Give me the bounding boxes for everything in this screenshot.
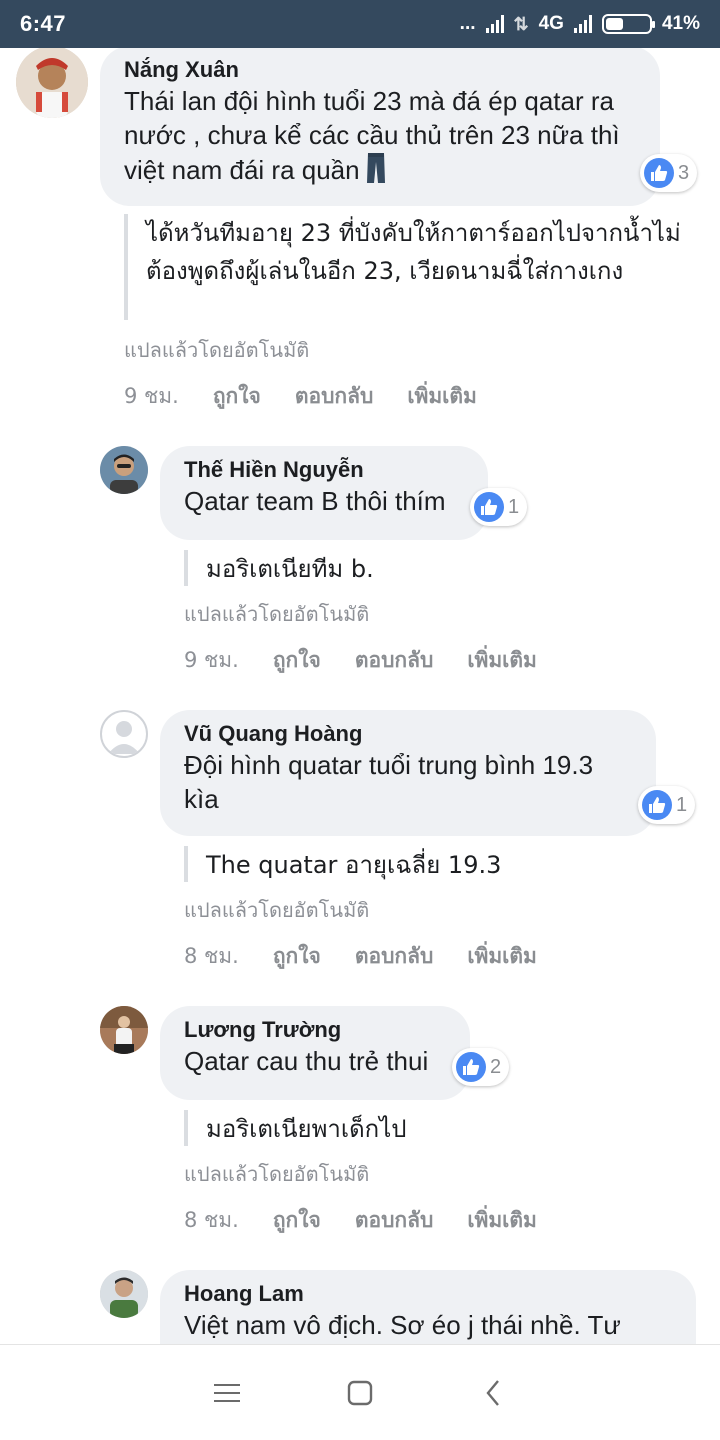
status-bar: 6:47 ... ⇅ 4G 41%: [0, 0, 720, 48]
comment: Vũ Quang Hoàng Đội hình quatar tuổi trun…: [0, 710, 720, 980]
comment: Hoang Lam Việt nam vô địch. Sơ éo j thái…: [0, 1270, 720, 1344]
comment-bubble[interactable]: Hoang Lam Việt nam vô địch. Sơ éo j thái…: [160, 1270, 696, 1344]
signal-icon-2: [573, 15, 592, 33]
translated-note: แปลแล้วโดยอัตโนมัติ: [184, 602, 370, 626]
like-button[interactable]: ถูกใจ: [273, 644, 321, 677]
reaction-count-badge[interactable]: 2: [452, 1048, 510, 1086]
more-button[interactable]: เพิ่มเติม: [467, 644, 537, 677]
like-button[interactable]: ถูกใจ: [273, 1204, 321, 1237]
comment-time: 8 ชม.: [184, 1208, 239, 1232]
comment-author[interactable]: Lương Trường: [184, 1016, 448, 1044]
reply-button[interactable]: ตอบกลับ: [355, 1204, 434, 1237]
default-avatar-icon[interactable]: [100, 710, 148, 758]
home-square-icon[interactable]: [330, 1363, 390, 1423]
more-button[interactable]: เพิ่มเติม: [467, 1204, 537, 1237]
comment-bubble[interactable]: Vũ Quang Hoàng Đội hình quatar tuổi trun…: [160, 710, 656, 836]
avatar[interactable]: [16, 48, 88, 118]
comment-text: Qatar team B thôi thím: [184, 486, 446, 516]
comment-actions: 9 ชม. ถูกใจ ตอบกลับ เพิ่มเติม: [184, 644, 571, 677]
comment: Thế Hiền Nguyễn Qatar team B thôi thím 1…: [0, 446, 720, 686]
like-button[interactable]: ถูกใจ: [213, 380, 261, 413]
comment-actions: 9 ชม. ถูกใจ ตอบกลับ เพิ่มเติม: [124, 380, 511, 413]
comment-bubble[interactable]: Lương Trường Qatar cau thu trẻ thui: [160, 1006, 470, 1100]
translated-note: แปลแล้วโดยอัตโนมัติ: [184, 1162, 370, 1186]
reaction-count-badge[interactable]: 1: [470, 488, 528, 526]
translation-text: The quatar อายุเฉลี่ย 19.3: [184, 846, 664, 882]
translated-note: แปลแล้วโดยอัตโนมัติ: [184, 898, 370, 922]
comment-text: Đội hình quatar tuổi trung bình 19.3 kìa: [184, 750, 594, 814]
battery-icon: [601, 14, 655, 34]
signal-icon: [485, 15, 504, 33]
more-button[interactable]: เพิ่มเติม: [407, 380, 477, 413]
reply-button[interactable]: ตอบกลับ: [355, 644, 434, 677]
translation-text: ได้หวันทีมอายุ 23 ที่บังคับให้กาตาร์ออกไ…: [124, 214, 684, 320]
comment: Nắng Xuân Thái lan đội hình tuổi 23 mà đ…: [0, 48, 720, 418]
comment-bubble[interactable]: Nắng Xuân Thái lan đội hình tuổi 23 mà đ…: [100, 48, 660, 206]
comment-actions: 8 ชม. ถูกใจ ตอบกลับ เพิ่มเติม: [184, 940, 571, 973]
comment-text: Việt nam vô địch. Sơ éo j thái nhề. Tư: [184, 1310, 621, 1340]
comment-feed[interactable]: Nắng Xuân Thái lan đội hình tuổi 23 mà đ…: [0, 48, 720, 1344]
comment-author[interactable]: Hoang Lam: [184, 1280, 674, 1308]
comment-time: 8 ชม.: [184, 944, 239, 968]
avatar[interactable]: [100, 1270, 148, 1318]
notification-dots: ...: [459, 13, 476, 34]
more-button[interactable]: เพิ่มเติม: [467, 940, 537, 973]
like-button[interactable]: ถูกใจ: [273, 940, 321, 973]
menu-icon[interactable]: [197, 1363, 257, 1423]
comment: Lương Trường Qatar cau thu trẻ thui 2 มอ…: [0, 1006, 720, 1246]
thumbs-up-icon: [456, 1052, 486, 1082]
status-time: 6:47: [20, 11, 67, 36]
data-transfer-icon: ⇅: [513, 13, 529, 34]
comment-actions: 8 ชม. ถูกใจ ตอบกลับ เพิ่มเติม: [184, 1204, 571, 1237]
translation-text: มอริเตเนียพาเด็กไป: [184, 1110, 664, 1146]
system-nav-bar: [0, 1344, 720, 1440]
reaction-count: 1: [676, 793, 688, 816]
status-indicators: ... ⇅ 4G 41%: [460, 13, 700, 35]
back-chevron-icon[interactable]: [463, 1363, 523, 1423]
reply-button[interactable]: ตอบกลับ: [295, 380, 374, 413]
reaction-count: 2: [490, 1055, 502, 1078]
translation-text: มอริเตเนียทีม b.: [184, 550, 664, 586]
comment-bubble[interactable]: Thế Hiền Nguyễn Qatar team B thôi thím: [160, 446, 488, 540]
reply-button[interactable]: ตอบกลับ: [355, 940, 434, 973]
comment-time: 9 ชม.: [124, 384, 179, 408]
reaction-count-badge[interactable]: 1: [638, 786, 696, 824]
avatar[interactable]: [100, 446, 148, 494]
comment-author[interactable]: Thế Hiền Nguyễn: [184, 456, 466, 484]
thumbs-up-icon: [474, 492, 504, 522]
reaction-count: 3: [678, 161, 690, 184]
comment-author[interactable]: Vũ Quang Hoàng: [184, 720, 634, 748]
reaction-count: 1: [508, 495, 520, 518]
network-type: 4G: [538, 13, 564, 34]
avatar[interactable]: [100, 1006, 148, 1054]
comment-text: Thái lan đội hình tuổi 23 mà đá ép qatar…: [124, 84, 638, 192]
translated-note: แปลแล้วโดยอัตโนมัติ: [124, 338, 310, 362]
reaction-count-badge[interactable]: 3: [640, 154, 698, 192]
battery-percent: 41%: [661, 13, 700, 34]
comment-time: 9 ชม.: [184, 648, 239, 672]
jeans-emoji-icon: [366, 152, 386, 192]
comment-text: Qatar cau thu trẻ thui: [184, 1046, 429, 1076]
comment-author[interactable]: Nắng Xuân: [124, 56, 638, 84]
thumbs-up-icon: [644, 158, 674, 188]
thumbs-up-icon: [642, 790, 672, 820]
